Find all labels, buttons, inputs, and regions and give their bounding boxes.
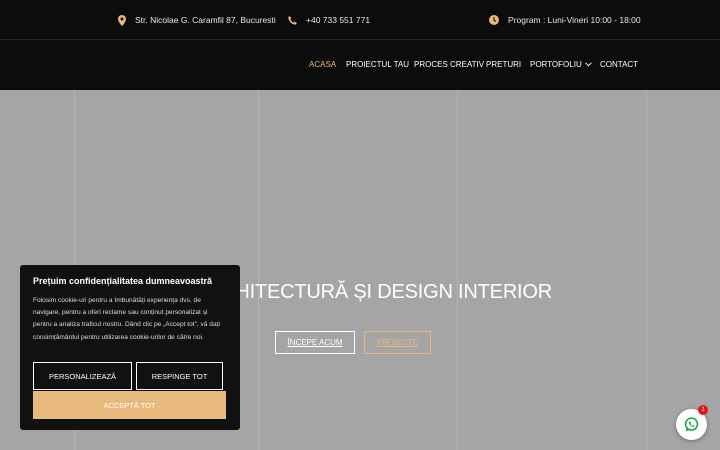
schedule-text: Program : Luni-Vineri 10:00 - 18:00 bbox=[508, 15, 641, 25]
phone-info[interactable]: +40 733 551 771 bbox=[288, 0, 370, 40]
nav-item-portofoliu-label: PORTOFOLIU bbox=[530, 60, 582, 69]
nav-item-acasa[interactable]: ACASA bbox=[309, 40, 336, 90]
nav-item-preturi[interactable]: PRETURI bbox=[486, 40, 521, 90]
phone-icon bbox=[288, 15, 297, 25]
whatsapp-chat-button[interactable]: 1 bbox=[676, 405, 708, 440]
cookie-description: Folosim cookie-uri pentru a îmbunătăți e… bbox=[33, 297, 220, 341]
divider-line bbox=[646, 90, 647, 450]
main-navigation: ACASA PROIECTUL TAU PROCES CREATIV PRETU… bbox=[0, 40, 720, 90]
nav-item-portofoliu[interactable]: PORTOFOLIU bbox=[530, 40, 592, 90]
customize-button[interactable]: PERSONALIZEAZĂ bbox=[33, 362, 132, 390]
clock-icon bbox=[489, 15, 499, 25]
divider-line bbox=[457, 90, 458, 450]
cookie-title: Prețuim confidențialitatea dumneavoastră bbox=[33, 276, 213, 286]
schedule-info: Program : Luni-Vineri 10:00 - 18:00 bbox=[489, 0, 641, 40]
notification-badge: 1 bbox=[698, 405, 708, 415]
nav-item-proiectul-tau[interactable]: PROIECTUL TAU bbox=[346, 40, 409, 90]
topbar: Str. Nicolae G. Caramfil 87, Bucuresti +… bbox=[0, 0, 720, 40]
nav-item-contact[interactable]: CONTACT bbox=[600, 40, 638, 90]
chevron-down-icon bbox=[584, 62, 592, 67]
address-text: Str. Nicolae G. Caramfil 87, Bucuresti bbox=[135, 15, 276, 25]
nav-item-proces-creativ[interactable]: PROCES CREATIV bbox=[414, 40, 484, 90]
map-pin-icon bbox=[118, 14, 126, 26]
reject-all-button[interactable]: RESPINGE TOT bbox=[136, 362, 223, 390]
phone-text[interactable]: +40 733 551 771 bbox=[306, 15, 370, 25]
projects-button[interactable]: PROIECTE bbox=[364, 331, 431, 354]
address-info: Str. Nicolae G. Caramfil 87, Bucuresti bbox=[118, 0, 276, 40]
divider-line bbox=[258, 90, 259, 450]
start-now-button[interactable]: ÎNCEPE ACUM bbox=[275, 331, 355, 354]
whatsapp-icon bbox=[684, 417, 699, 432]
cookie-consent-dialog: Prețuim confidențialitatea dumneavoastră… bbox=[20, 265, 240, 430]
accept-all-button[interactable]: ACCEPTĂ TOT bbox=[33, 391, 226, 419]
